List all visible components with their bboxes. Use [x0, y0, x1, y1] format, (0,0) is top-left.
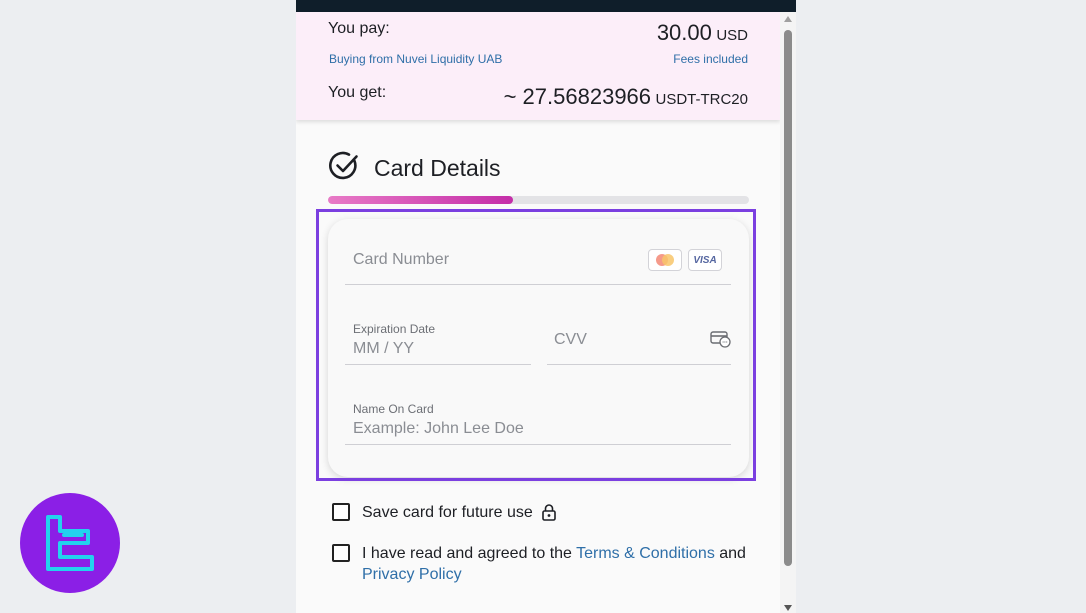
card-details-title: Card Details — [374, 154, 501, 181]
terms-checkbox[interactable] — [332, 544, 350, 562]
logo-mark-icon — [46, 515, 94, 571]
pay-amount: 30.00 — [656, 20, 712, 45]
progress-fill — [328, 196, 514, 204]
lock-icon — [541, 503, 557, 526]
terms-prefix: I have read and agreed to the — [362, 545, 577, 562]
provider-text: Buying from Nuvei Liquidity UAB — [329, 52, 503, 66]
get-currency: USDT-TRC20 — [655, 91, 748, 108]
privacy-policy-link[interactable]: Privacy Policy — [362, 566, 462, 583]
form-highlight-frame — [316, 209, 756, 481]
checkout-panel: You pay: 30.00 USD Buying from Nuvei Liq… — [296, 0, 796, 613]
pay-currency: USD — [716, 27, 748, 44]
check-circle-icon — [328, 150, 360, 187]
pay-amount-block: 30.00 USD — [657, 20, 748, 46]
scroll-up-arrow[interactable] — [784, 16, 792, 22]
save-card-option: Save card for future use — [332, 502, 557, 526]
you-pay-label: You pay: — [328, 20, 390, 37]
scroll-thumb[interactable] — [784, 30, 792, 566]
save-card-checkbox[interactable] — [332, 503, 350, 521]
fees-included-text: Fees included — [673, 52, 748, 66]
save-card-label: Save card for future use — [362, 504, 533, 521]
you-get-label: You get: — [328, 84, 387, 101]
scrollbar[interactable] — [780, 12, 796, 613]
terms-and: and — [714, 545, 746, 562]
get-amount: ~ 27.56823966 — [503, 84, 652, 109]
brand-logo — [20, 493, 120, 593]
terms-option: I have read and agreed to the Terms & Co… — [332, 543, 762, 585]
top-bar — [296, 0, 796, 12]
progress-bar — [328, 196, 749, 204]
get-amount-block: ~ 27.56823966 USDT-TRC20 — [504, 84, 748, 110]
order-summary: You pay: 30.00 USD Buying from Nuvei Liq… — [296, 12, 780, 120]
scroll-down-arrow[interactable] — [784, 605, 792, 611]
terms-text: I have read and agreed to the Terms & Co… — [362, 543, 762, 585]
card-details-header: Card Details — [328, 150, 501, 186]
terms-link[interactable]: Terms & Conditions — [576, 545, 715, 562]
